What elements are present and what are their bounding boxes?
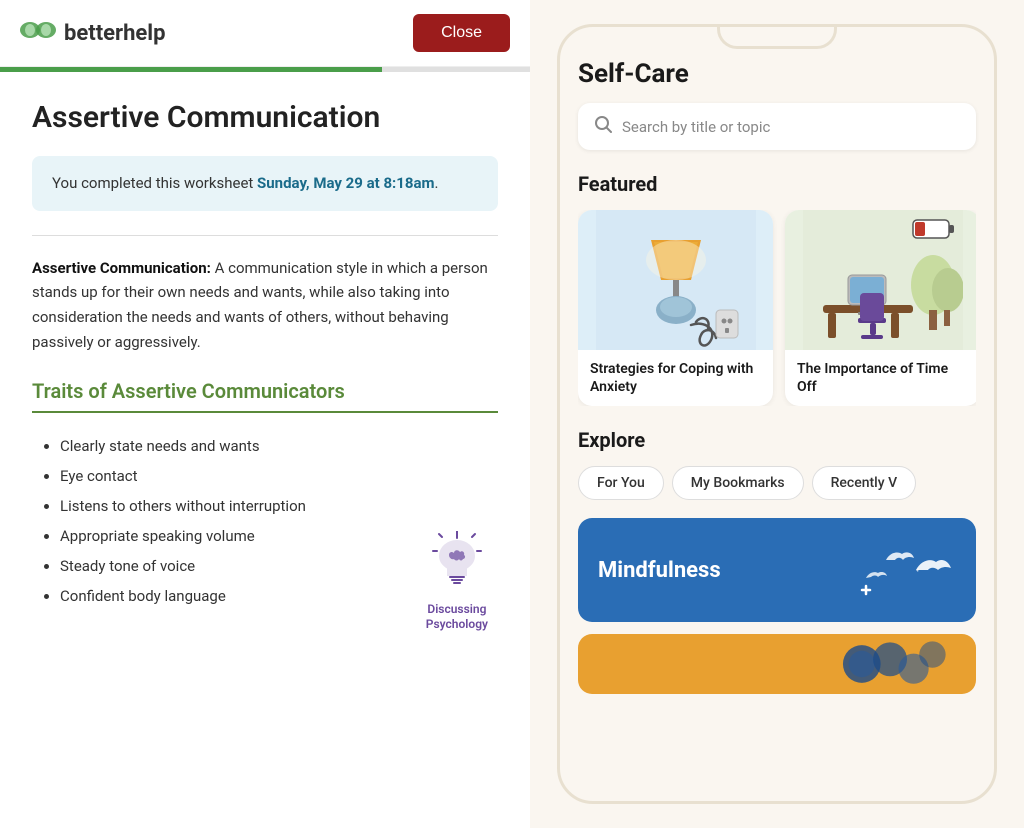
birds-area [856,540,956,600]
featured-card-anxiety[interactable]: Strategies for Coping with Anxiety [578,210,773,406]
right-panel: Self-Care Search by title or topic Featu… [530,0,1024,828]
search-icon [594,115,612,138]
featured-label: Featured [578,172,976,196]
orange-card[interactable] [578,634,976,694]
logo-text-bold: help [123,21,165,46]
worksheet-title: Assertive Communication [32,100,498,136]
explore-tabs: For You My Bookmarks Recently V [578,466,976,500]
search-placeholder-text: Search by title or topic [622,118,770,136]
explore-label: Explore [578,428,976,452]
logo-area: betterhelp [20,17,166,49]
tab-recently[interactable]: Recently V [812,466,917,500]
logo-text: betterhelp [64,21,166,46]
traits-divider [32,411,498,413]
mindfulness-card[interactable]: Mindfulness [578,518,976,622]
header-bar: betterhelp Close [0,0,530,67]
divider [32,235,498,236]
search-bar[interactable]: Search by title or topic [578,103,976,150]
card-title-timeout: The Importance of Time Off [797,360,968,396]
completion-text: You completed this worksheet Sunday, May… [52,172,478,195]
traits-heading: Traits of Assertive Communicators [32,379,498,403]
list-item: Clearly state needs and wants [60,431,498,461]
completion-text-start: You completed this worksheet [52,174,257,192]
featured-row: Strategies for Coping with Anxiety [578,210,976,406]
list-item: Listens to others without interruption [60,491,498,521]
list-item: Eye contact [60,461,498,491]
self-care-title: Self-Care [578,59,976,89]
close-button[interactable]: Close [413,14,510,52]
card-title-area-2: The Importance of Time Off [785,350,976,406]
card-title-area: Strategies for Coping with Anxiety [578,350,773,406]
tab-my-bookmarks[interactable]: My Bookmarks [672,466,804,500]
phone-notch [717,27,837,49]
card-title-anxiety: Strategies for Coping with Anxiety [590,360,761,396]
completion-date: Sunday, May 29 at 8:18am [257,174,434,192]
completion-text-end: . [435,174,439,192]
featured-card-timeout[interactable]: The Importance of Time Off [785,210,976,406]
psychology-badge: Discussing Psychology [426,531,488,633]
content-area: Assertive Communication You completed th… [0,72,530,828]
tab-for-you[interactable]: For You [578,466,664,500]
badge-line1: Discussing Psychology [426,602,488,633]
description-bold: Assertive Communication: [32,259,211,277]
phone-content: Self-Care Search by title or topic Featu… [560,27,994,801]
betterhelp-logo-icon [20,17,56,49]
completion-box: You completed this worksheet Sunday, May… [32,156,498,211]
card-image-timeout [785,210,976,350]
phone-frame: Self-Care Search by title or topic Featu… [557,24,997,804]
left-panel: betterhelp Close Assertive Communication… [0,0,530,828]
mindfulness-label: Mindfulness [598,558,721,583]
card-image-anxiety [578,210,773,350]
logo-text-light: better [64,21,123,46]
description: Assertive Communication: A communication… [32,256,498,355]
bulb-icon [432,531,482,600]
